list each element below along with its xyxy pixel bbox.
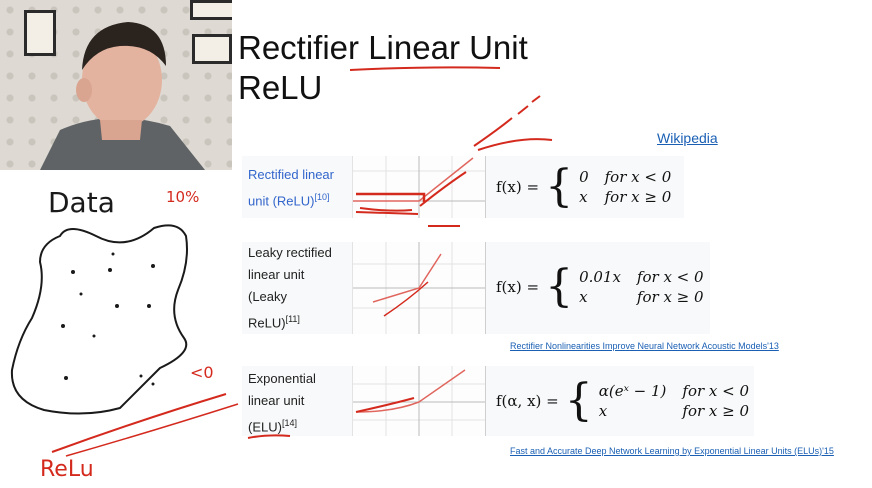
data-blob-outline bbox=[10, 224, 188, 415]
data-point bbox=[147, 304, 151, 308]
pen-annotations: Data 10% <0 ReLu bbox=[10, 66, 553, 482]
handwritten-less-than-note: <0 bbox=[190, 363, 214, 382]
handwritten-relu-label: ReLu bbox=[40, 457, 94, 482]
data-point bbox=[151, 264, 155, 268]
data-point bbox=[139, 374, 143, 378]
ink-stroke bbox=[355, 207, 419, 215]
ink-stroke bbox=[355, 397, 415, 413]
data-point bbox=[108, 268, 112, 272]
title-underline-stroke bbox=[349, 66, 501, 71]
handwritten-percent-note: 10% bbox=[166, 188, 199, 206]
ink-stroke bbox=[477, 138, 553, 151]
ink-stroke bbox=[383, 281, 429, 317]
data-points bbox=[61, 252, 155, 386]
ink-stroke bbox=[65, 403, 239, 457]
ink-stroke bbox=[51, 393, 227, 453]
data-point bbox=[79, 292, 83, 296]
data-point bbox=[92, 334, 96, 338]
data-point bbox=[151, 382, 155, 386]
ink-stroke bbox=[419, 171, 467, 207]
data-point bbox=[111, 252, 115, 256]
ink-stroke bbox=[356, 192, 426, 202]
data-point bbox=[61, 324, 65, 328]
handwritten-data-label: Data bbox=[48, 186, 115, 219]
data-point bbox=[115, 304, 119, 308]
data-point bbox=[64, 376, 68, 380]
data-point bbox=[71, 270, 75, 274]
ink-stroke bbox=[247, 434, 291, 439]
